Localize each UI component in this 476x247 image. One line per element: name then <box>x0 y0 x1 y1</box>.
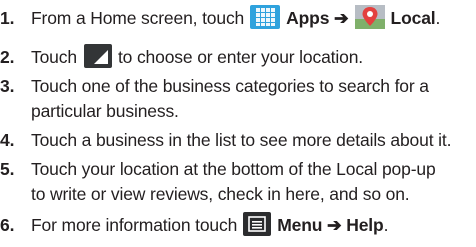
location-corner-icon <box>83 44 112 69</box>
apps-grid-icon <box>250 5 281 30</box>
apps-label: Apps <box>286 8 330 28</box>
step-number: 3. <box>0 76 15 96</box>
step-text: From a Home screen, touch <box>31 8 245 28</box>
step-text: Touch a business in the list to see more… <box>31 130 452 150</box>
help-label: Help <box>346 215 384 235</box>
step-text: For more information touch <box>31 215 238 235</box>
menu-label: Menu <box>277 215 323 235</box>
menu-icon <box>243 212 272 237</box>
step-text-line2: to write or view reviews, check in here,… <box>31 184 410 204</box>
step-number: 5. <box>0 159 15 179</box>
step-text: Touch <box>31 47 77 67</box>
step-number: 1. <box>0 8 15 28</box>
local-label: Local <box>390 8 436 28</box>
step-number: 4. <box>0 130 15 150</box>
step-text-line2: particular business. <box>31 101 179 121</box>
step-end: . <box>435 8 441 28</box>
step-number: 2. <box>0 47 15 67</box>
arrow: ➔ <box>327 215 342 235</box>
step-text-after: to choose or enter your location. <box>117 47 364 67</box>
step-text: Touch one of the business categories to … <box>31 76 429 96</box>
step-end: . <box>383 215 389 235</box>
arrow: ➔ <box>334 8 349 28</box>
local-map-pin-icon <box>354 5 385 30</box>
step-number: 6. <box>0 215 15 235</box>
step-text: Touch your location at the bottom of the… <box>31 159 436 179</box>
